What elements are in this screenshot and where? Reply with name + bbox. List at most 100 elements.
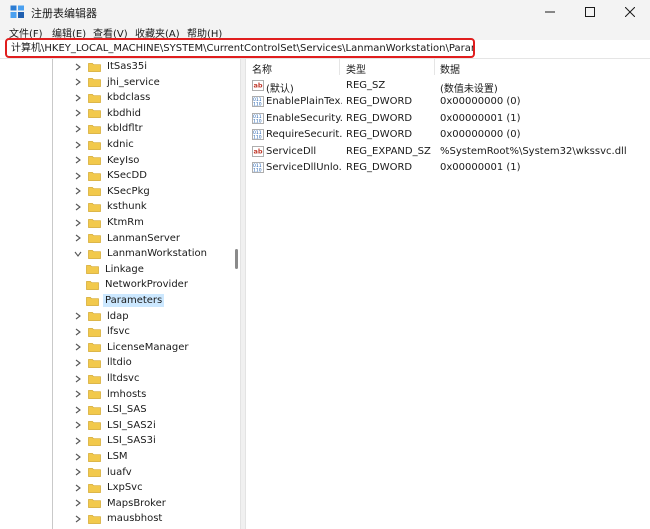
value-name: EnableSecurity... (266, 112, 342, 124)
tree-item[interactable]: KtmRm (73, 215, 146, 230)
chevron-right-icon[interactable] (73, 155, 83, 165)
tree-item[interactable]: lltdio (73, 355, 134, 370)
value-type: REG_DWORD (346, 112, 413, 124)
tree-item-label: ldap (107, 310, 129, 322)
tree-item[interactable]: LxpSvc (73, 480, 145, 495)
chevron-right-icon[interactable] (73, 483, 83, 493)
tree-item[interactable]: LanmanServer (73, 231, 182, 246)
tree-item[interactable]: kdnic (73, 137, 136, 152)
tree-item[interactable]: LSI_SAS (73, 402, 149, 417)
tree-item[interactable]: luafv (73, 465, 134, 480)
folder-icon (88, 78, 101, 87)
folder-icon (86, 281, 99, 290)
tree-item[interactable]: jhi_service (73, 75, 162, 90)
chevron-right-icon[interactable] (73, 62, 83, 72)
folder-icon (88, 140, 101, 150)
tree-item[interactable]: LSM (73, 449, 130, 464)
tree-item[interactable]: KSecPkg (73, 184, 152, 199)
chevron-right-icon[interactable] (73, 467, 83, 477)
folder-icon (88, 327, 101, 337)
tree-item[interactable]: KSecDD (73, 168, 149, 183)
column-divider[interactable] (434, 59, 435, 75)
tree-item[interactable]: NetworkProvider (86, 277, 190, 292)
folder-icon (88, 483, 101, 493)
tree-scrollbar-thumb[interactable] (235, 249, 238, 269)
value-name: EnablePlainTex... (266, 96, 342, 108)
chevron-right-icon[interactable] (73, 514, 83, 524)
chevron-right-icon[interactable] (73, 218, 83, 228)
value-row[interactable]: 011 110 ServiceDllUnlo... REG_DWORD 0x000000… (246, 160, 650, 176)
chevron-right-icon[interactable] (73, 140, 83, 150)
value-data: (数值未设置) (440, 84, 498, 95)
chevron-down-icon[interactable] (73, 249, 83, 259)
chevron-right-icon[interactable] (73, 108, 83, 118)
key-tree-pane[interactable]: ItSas35i jhi_service kbdclass kbdhid kbldflt… (0, 59, 240, 529)
folder-icon (88, 499, 101, 509)
tree-item[interactable]: LSI_SAS2i (73, 418, 158, 433)
chevron-right-icon[interactable] (73, 420, 83, 430)
chevron-right-icon[interactable] (73, 452, 83, 462)
tree-item[interactable]: kbldfltr (73, 121, 145, 136)
tree-item-label: LxpSvc (107, 482, 143, 494)
tree-item[interactable]: kbdhid (73, 106, 143, 121)
chevron-right-icon[interactable] (73, 171, 83, 181)
tree-item[interactable]: lmhosts (73, 387, 148, 402)
value-row[interactable]: 011 110 RequireSecurit... REG_DWORD 0x000000… (246, 127, 650, 143)
tree-item[interactable]: mausbhost (73, 511, 164, 526)
minimize-icon (545, 11, 555, 13)
tree-scrollbar[interactable] (233, 59, 240, 529)
column-divider[interactable] (339, 59, 340, 75)
tree-item-label: Parameters (103, 294, 165, 307)
column-header-type[interactable]: 类型 (346, 61, 366, 76)
tree-item-label: LSI_SAS3i (107, 435, 156, 447)
value-row[interactable]: 011 110 EnablePlainTex... REG_DWORD 0x000000… (246, 94, 650, 110)
tree-item-label: Linkage (105, 263, 144, 275)
maximize-button[interactable] (570, 0, 610, 24)
chevron-right-icon[interactable] (73, 389, 83, 399)
chevron-right-icon[interactable] (73, 93, 83, 103)
chevron-right-icon[interactable] (73, 436, 83, 446)
chevron-right-icon[interactable] (73, 124, 83, 134)
value-row[interactable]: ab ServiceDll REG_EXPAND_SZ %SystemRoot%\Sy… (246, 144, 650, 160)
tree-item[interactable]: MapsBroker (73, 496, 168, 511)
address-bar[interactable]: 计算机\HKEY_LOCAL_MACHINE\SYSTEM\CurrentCon… (5, 38, 475, 58)
folder-icon (88, 125, 101, 134)
close-button[interactable] (610, 0, 650, 24)
tree-item[interactable]: LSI_SAS3i (73, 433, 158, 448)
folder-icon (88, 109, 101, 119)
svg-text:ab: ab (254, 82, 263, 90)
minimize-button[interactable] (530, 0, 570, 24)
chevron-right-icon[interactable] (73, 498, 83, 508)
tree-item[interactable]: Linkage (86, 262, 146, 277)
tree-item[interactable]: Parameters (86, 293, 165, 308)
column-header-name[interactable]: 名称 (252, 61, 272, 76)
tree-item[interactable]: ldap (73, 309, 131, 324)
values-pane[interactable]: 名称 类型 数据 ab (默认) REG_SZ (数值未设置) 011 110 Enable… (246, 59, 650, 529)
tree-item[interactable]: KeyIso (73, 153, 141, 168)
chevron-right-icon[interactable] (73, 186, 83, 196)
chevron-right-icon[interactable] (73, 374, 83, 384)
tree-item-label: lfsvc (107, 326, 130, 338)
column-header-data[interactable]: 数据 (440, 61, 460, 76)
chevron-right-icon[interactable] (73, 405, 83, 415)
folder-icon (88, 437, 101, 446)
chevron-right-icon[interactable] (73, 233, 83, 243)
chevron-right-icon[interactable] (73, 311, 83, 321)
tree-item[interactable]: LicenseManager (73, 340, 191, 355)
chevron-right-icon[interactable] (73, 327, 83, 337)
chevron-right-icon[interactable] (73, 342, 83, 352)
tree-item[interactable]: ksthunk (73, 199, 149, 214)
tree-item[interactable]: LanmanWorkstation (73, 246, 209, 261)
value-data: 0x00000000 (0) (440, 96, 521, 108)
value-type: REG_DWORD (346, 129, 413, 141)
tree-item-label: MapsBroker (107, 497, 166, 509)
chevron-right-icon[interactable] (73, 358, 83, 368)
chevron-right-icon[interactable] (73, 202, 83, 212)
tree-item[interactable]: lltdsvc (73, 371, 141, 386)
tree-item[interactable]: ItSas35i (73, 59, 149, 74)
tree-item[interactable]: lfsvc (73, 324, 132, 339)
chevron-right-icon[interactable] (73, 77, 83, 87)
tree-item[interactable]: kbdclass (73, 90, 152, 105)
value-row[interactable]: 011 110 EnableSecurity... REG_DWORD 0x000000… (246, 111, 650, 127)
value-row[interactable]: ab (默认) REG_SZ (数值未设置) (246, 78, 650, 95)
